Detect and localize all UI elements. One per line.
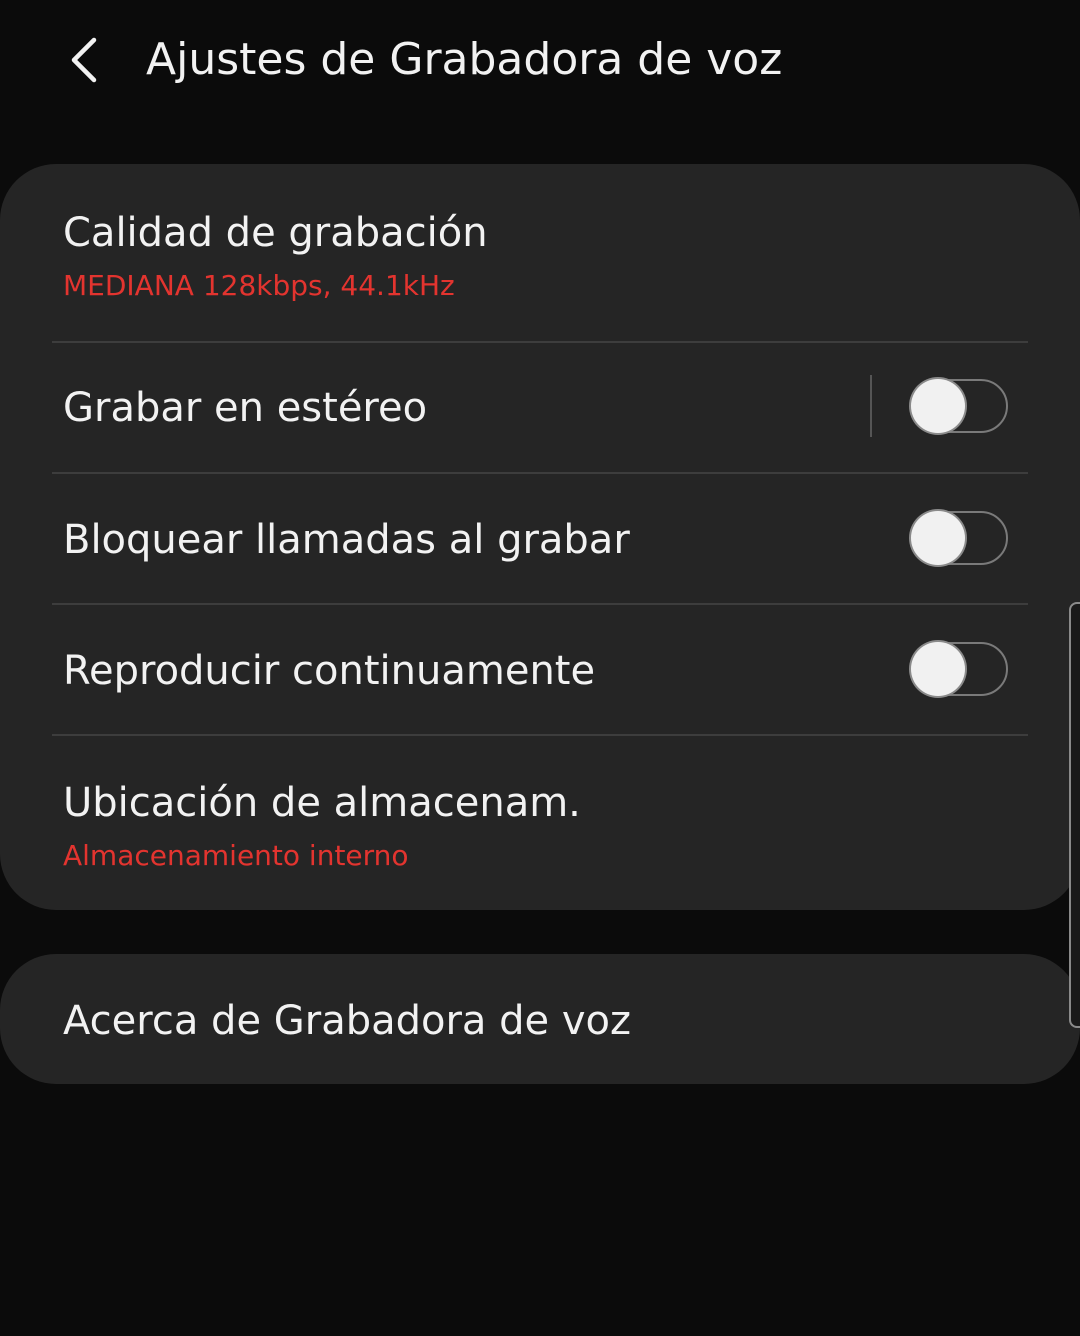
toggle-knob <box>911 642 965 696</box>
recording-quality-item[interactable]: Calidad de grabación MEDIANA 128kbps, 44… <box>0 164 1080 341</box>
storage-location-title: Ubicación de almacenam. <box>63 780 581 826</box>
continuous-play-item[interactable]: Reproducir continuamente <box>0 605 1080 735</box>
stereo-toggle[interactable] <box>910 379 1008 433</box>
storage-location-value: Almacenamiento interno <box>63 839 409 872</box>
app-bar: Ajustes de Grabadora de voz <box>0 0 1080 130</box>
block-calls-title: Bloquear llamadas al grabar <box>63 517 630 563</box>
toggle-knob <box>911 511 965 565</box>
chevron-left-icon <box>71 37 97 83</box>
recording-quality-title: Calidad de grabación <box>63 210 488 256</box>
scrollbar[interactable] <box>1069 602 1080 1028</box>
block-calls-item[interactable]: Bloquear llamadas al grabar <box>0 474 1080 604</box>
about-card[interactable]: Acerca de Grabadora de voz <box>0 954 1080 1084</box>
settings-card: Calidad de grabación MEDIANA 128kbps, 44… <box>0 164 1080 910</box>
continuous-play-title: Reproducir continuamente <box>63 648 596 694</box>
toggle-knob <box>911 379 965 433</box>
continuous-play-toggle[interactable] <box>910 642 1008 696</box>
block-calls-toggle[interactable] <box>910 511 1008 565</box>
recording-quality-value: MEDIANA 128kbps, 44.1kHz <box>63 269 455 302</box>
storage-location-item[interactable]: Ubicación de almacenam. Almacenamiento i… <box>0 736 1080 910</box>
stereo-title: Grabar en estéreo <box>63 385 428 431</box>
about-title: Acerca de Grabadora de voz <box>63 998 632 1044</box>
back-button[interactable] <box>52 26 116 94</box>
vertical-separator <box>870 375 872 437</box>
page-title: Ajustes de Grabadora de voz <box>146 34 783 85</box>
stereo-item[interactable]: Grabar en estéreo <box>0 343 1080 473</box>
